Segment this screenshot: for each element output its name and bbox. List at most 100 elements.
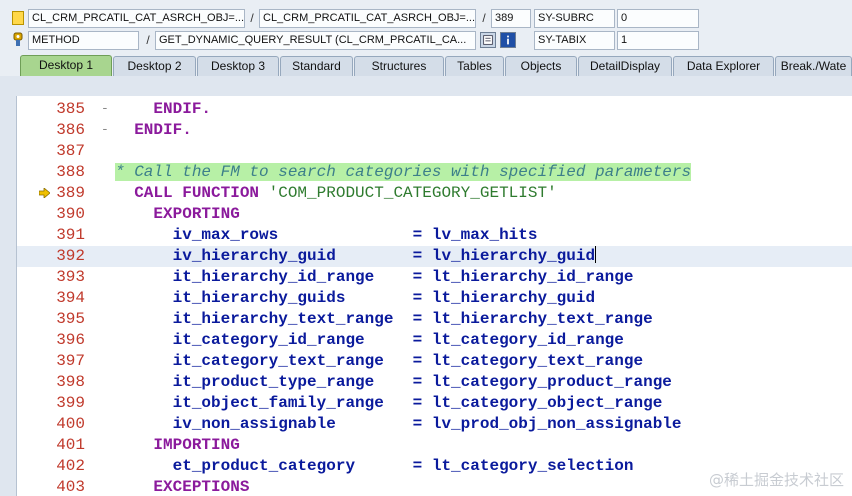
line-number: 394 xyxy=(56,289,85,307)
line-number: 387 xyxy=(56,142,85,160)
code-token: it_hierarchy_text_range = lt_hierarchy_t… xyxy=(172,310,653,328)
code-token: ENDIF. xyxy=(134,121,192,139)
program-field[interactable]: CL_CRM_PRCATIL_CAT_ASRCH_OBJ=... xyxy=(28,9,245,28)
code-text: it_category_text_range = lt_category_tex… xyxy=(115,351,643,372)
line-number: 402 xyxy=(56,457,85,475)
event-name-field[interactable]: GET_DYNAMIC_QUERY_RESULT (CL_CRM_PRCATIL… xyxy=(155,31,476,50)
code-token: IMPORTING xyxy=(153,436,240,454)
fold-marker[interactable]: - xyxy=(101,99,111,118)
code-token: iv_hierarchy_guid = lv_hierarchy_guid xyxy=(172,247,596,265)
line-number: 403 xyxy=(56,478,85,496)
debugger-info-area: CL_CRM_PRCATIL_CAT_ASRCH_OBJ=... / CL_CR… xyxy=(0,0,852,54)
code-line[interactable]: 395 it_hierarchy_text_range = lt_hierarc… xyxy=(17,309,852,330)
tab-tables[interactable]: Tables xyxy=(445,56,504,76)
code-token: it_hierarchy_id_range = lt_hierarchy_id_… xyxy=(172,268,634,286)
code-line[interactable]: 388 * Call the FM to search categories wi… xyxy=(17,162,852,183)
separator: / xyxy=(482,11,486,25)
tab-breakpoints-watchpoints[interactable]: Break./Wate xyxy=(775,56,852,76)
code-line[interactable]: 396 it_category_id_range = lt_category_i… xyxy=(17,330,852,351)
separator: / xyxy=(146,33,150,47)
code-token: it_hierarchy_guids = lt_hierarchy_guid xyxy=(172,289,596,307)
source-editor[interactable]: 385- ENDIF. 386- ENDIF. 387 388 * Call the F… xyxy=(16,96,852,496)
code-text: CALL FUNCTION 'COM_PRODUCT_CATEGORY_GETL… xyxy=(115,183,556,204)
code-line[interactable]: 399 it_object_family_range = lt_category… xyxy=(17,393,852,414)
line-number: 396 xyxy=(56,331,85,349)
system-variable-name: SY-SUBRC xyxy=(534,9,615,28)
code-token: it_category_id_range = lt_category_id_ra… xyxy=(172,331,624,349)
line-number: 395 xyxy=(56,310,85,328)
code-line[interactable]: 386- ENDIF. xyxy=(17,120,852,141)
line-number: 389 xyxy=(56,184,85,202)
system-variable-value[interactable]: 1 xyxy=(617,31,699,50)
tab-data-explorer[interactable]: Data Explorer xyxy=(673,56,774,76)
code-line[interactable]: 392 iv_hierarchy_guid = lv_hierarchy_gui… xyxy=(17,246,852,267)
watermark: @稀土掘金技术社区 xyxy=(708,471,844,489)
code-text: et_product_category = lt_category_select… xyxy=(115,456,634,477)
code-line[interactable]: 385- ENDIF. xyxy=(17,99,852,120)
code-text: it_hierarchy_guids = lt_hierarchy_guid xyxy=(115,288,595,309)
code-token: et_product_category = lt_category_select… xyxy=(172,457,634,475)
code-text: IMPORTING xyxy=(115,435,240,456)
code-token: ENDIF. xyxy=(153,100,212,118)
line-number: 390 xyxy=(56,205,85,223)
line-number-field[interactable]: 389 xyxy=(491,9,531,28)
code-line[interactable]: 394 it_hierarchy_guids = lt_hierarchy_gu… xyxy=(17,288,852,309)
code-line[interactable]: 387 xyxy=(17,141,852,162)
code-line[interactable]: 401 IMPORTING xyxy=(17,435,852,456)
system-variable-name: SY-TABIX xyxy=(534,31,615,50)
line-number: 397 xyxy=(56,352,85,370)
code-text: it_product_type_range = lt_category_prod… xyxy=(115,372,672,393)
code-token: * Call the FM to search categories with … xyxy=(115,163,692,181)
code-token: it_object_family_range = lt_category_obj… xyxy=(172,394,663,412)
text-cursor xyxy=(595,246,597,263)
tab-desktop-1[interactable]: Desktop 1 xyxy=(20,55,112,76)
line-number: 400 xyxy=(56,415,85,433)
current-statement-icon xyxy=(12,11,24,25)
code-line[interactable]: 398 it_product_type_range = lt_category_… xyxy=(17,372,852,393)
code-text: * Call the FM to search categories with … xyxy=(115,162,692,183)
desktop-tabstrip: Desktop 1 Desktop 2 Desktop 3 Standard S… xyxy=(0,54,852,76)
tab-structures[interactable]: Structures xyxy=(354,56,444,76)
code-line[interactable]: 390 EXPORTING xyxy=(17,204,852,225)
code-line[interactable]: 393 it_hierarchy_id_range = lt_hierarchy… xyxy=(17,267,852,288)
tab-standard[interactable]: Standard xyxy=(280,56,353,76)
info-row-program: CL_CRM_PRCATIL_CAT_ASRCH_OBJ=... / CL_CR… xyxy=(0,9,852,29)
code-text: iv_non_assignable = lv_prod_obj_non_assi… xyxy=(115,414,682,435)
line-number: 398 xyxy=(56,373,85,391)
separator: / xyxy=(250,11,254,25)
source-code-panel: 385- ENDIF. 386- ENDIF. 387 388 * Call the F… xyxy=(0,76,852,496)
code-token: CALL FUNCTION xyxy=(134,184,269,202)
info-icon[interactable] xyxy=(500,32,516,48)
tab-detail-display[interactable]: DetailDisplay xyxy=(578,56,672,76)
code-line[interactable]: 389 CALL FUNCTION 'COM_PRODUCT_CATEGORY_… xyxy=(17,183,852,204)
tab-desktop-3[interactable]: Desktop 3 xyxy=(197,56,279,76)
code-text: iv_max_rows = lv_max_hits xyxy=(115,225,538,246)
display-source-icon[interactable] xyxy=(480,32,496,48)
code-line[interactable]: 391 iv_max_rows = lv_max_hits xyxy=(17,225,852,246)
code-line[interactable]: 397 it_category_text_range = lt_category… xyxy=(17,351,852,372)
code-text: EXCEPTIONS xyxy=(115,477,249,496)
code-token: it_product_type_range = lt_category_prod… xyxy=(172,373,672,391)
code-text: iv_hierarchy_guid = lv_hierarchy_guid xyxy=(115,246,597,267)
line-number: 399 xyxy=(56,394,85,412)
code-line[interactable]: 400 iv_non_assignable = lv_prod_obj_non_… xyxy=(17,414,852,435)
line-number: 392 xyxy=(56,247,85,265)
code-token: iv_max_rows = lv_max_hits xyxy=(172,226,538,244)
line-number: 385 xyxy=(56,100,85,118)
fold-marker[interactable]: - xyxy=(101,120,111,139)
code-token: it_category_text_range = lt_category_tex… xyxy=(172,352,644,370)
code-text: it_object_family_range = lt_category_obj… xyxy=(115,393,663,414)
code-text: it_hierarchy_id_range = lt_hierarchy_id_… xyxy=(115,267,634,288)
include-field[interactable]: CL_CRM_PRCATIL_CAT_ASRCH_OBJ=... xyxy=(259,9,476,28)
info-row-method: METHOD / GET_DYNAMIC_QUERY_RESULT (CL_CR… xyxy=(0,31,852,51)
line-number: 401 xyxy=(56,436,85,454)
tab-objects[interactable]: Objects xyxy=(505,56,577,76)
code-text: EXPORTING xyxy=(115,204,239,225)
system-variable-value[interactable]: 0 xyxy=(617,9,699,28)
tab-desktop-2[interactable]: Desktop 2 xyxy=(113,56,196,76)
code-text: it_category_id_range = lt_category_id_ra… xyxy=(115,330,624,351)
method-icon xyxy=(13,32,23,46)
code-text: ENDIF. xyxy=(115,120,192,141)
code-token: iv_non_assignable = lv_prod_obj_non_assi… xyxy=(172,415,682,433)
event-type-field[interactable]: METHOD xyxy=(28,31,139,50)
